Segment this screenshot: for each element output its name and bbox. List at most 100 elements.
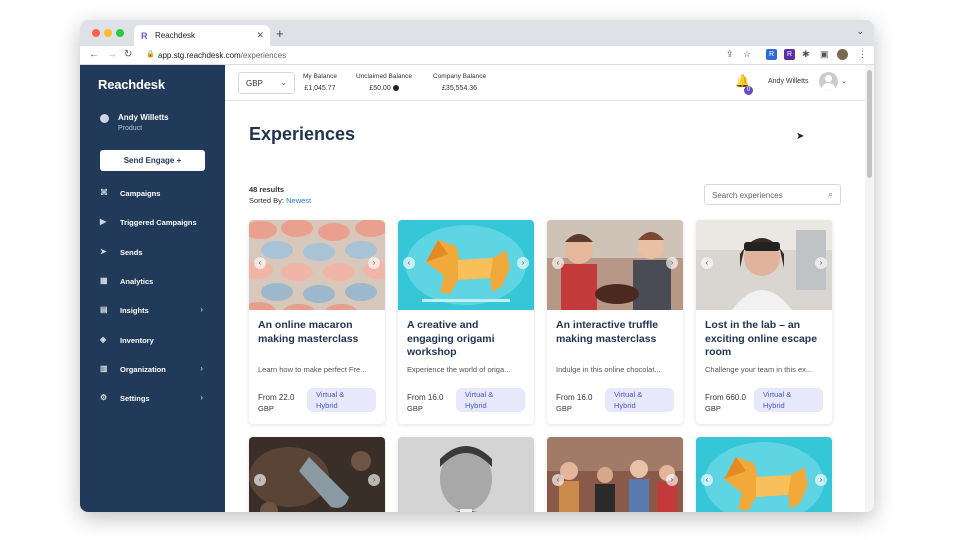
- new-tab-icon[interactable]: +: [276, 26, 284, 41]
- sidebar-item-inventory[interactable]: ◈ Inventory: [100, 333, 205, 349]
- card-price: From 660.0 GBP: [705, 393, 746, 413]
- lock-icon: 🔒: [146, 51, 155, 58]
- extension-icon-2[interactable]: R: [784, 49, 795, 60]
- maximize-window-dot[interactable]: [116, 29, 124, 37]
- profile-avatar-icon[interactable]: [837, 49, 848, 60]
- sidebar-item-triggered-campaigns[interactable]: ▶ Triggered Campaigns: [100, 215, 205, 231]
- carousel-prev-icon[interactable]: ‹: [701, 474, 713, 486]
- back-icon[interactable]: ←: [89, 49, 99, 60]
- sidebar-item-campaigns[interactable]: ⌘ Campaigns: [100, 186, 205, 202]
- mouse-cursor-icon: ➤: [796, 131, 805, 142]
- search-icon[interactable]: ⌕: [828, 189, 833, 200]
- carousel-prev-icon[interactable]: ‹: [254, 474, 266, 486]
- sidebar-item-label: Settings: [120, 394, 150, 404]
- card-title[interactable]: A creative and engaging origami workshop: [407, 319, 527, 360]
- experience-card[interactable]: [398, 437, 534, 512]
- carousel-prev-icon[interactable]: ‹: [701, 257, 713, 269]
- results-count: 48 results: [249, 185, 285, 194]
- card-price: From 16.0 GBP: [556, 393, 593, 413]
- sidebar-item-analytics[interactable]: ▦ Analytics: [100, 274, 205, 290]
- sort-select[interactable]: Newest: [286, 196, 311, 205]
- bookmark-star-icon[interactable]: ☆: [743, 49, 751, 60]
- experience-card[interactable]: ‹ › An interactive truffle making master…: [547, 220, 683, 424]
- send-engage-button[interactable]: Send Engage +: [100, 150, 205, 171]
- reload-icon[interactable]: ↻: [124, 49, 132, 60]
- carousel-next-icon[interactable]: ›: [368, 474, 380, 486]
- url-path: /experiences: [240, 51, 287, 60]
- browser-tab[interactable]: R Reachdesk ✕: [134, 25, 270, 46]
- url-host: app.stg.reachdesk.com: [158, 51, 241, 60]
- carousel-prev-icon[interactable]: ‹: [403, 257, 415, 269]
- unclaimed-balance-value: £50.00: [369, 85, 391, 92]
- topbar-user-name[interactable]: Andy Willetts: [768, 78, 808, 85]
- sidebar-item-label: Insights: [120, 306, 149, 316]
- company-balance-value: £35,554.36: [442, 85, 478, 92]
- sidebar-item-organization[interactable]: ▥ Organization ›: [100, 362, 205, 378]
- carousel-next-icon[interactable]: ›: [368, 257, 380, 269]
- user-avatar[interactable]: [819, 72, 838, 91]
- forward-icon[interactable]: →: [107, 49, 117, 60]
- carousel-prev-icon[interactable]: ‹: [254, 257, 266, 269]
- carousel-prev-icon[interactable]: ‹: [552, 474, 564, 486]
- sidebar-item-insights[interactable]: ▤ Insights ›: [100, 303, 205, 319]
- close-window-dot[interactable]: [92, 29, 100, 37]
- box-icon: ◈: [100, 334, 107, 344]
- chevron-right-icon: ›: [200, 363, 203, 373]
- currency-select[interactable]: GBP ⌄: [238, 72, 295, 94]
- reachdesk-logo[interactable]: Reachdesk: [98, 77, 165, 92]
- address-bar-row: ← → ↻ 🔒 app.stg.reachdesk.com/experience…: [80, 46, 874, 65]
- sidebar: Reachdesk Andy Willetts Product Send Eng…: [80, 65, 225, 512]
- sidebar-item-label: Inventory: [120, 335, 154, 345]
- top-bar: GBP ⌄ My Balance £1,045.77 Unclaimed Bal…: [225, 65, 865, 101]
- unclaimed-balance: Unclaimed Balance £50.00: [356, 73, 412, 92]
- card-image-origami-lion: [398, 220, 534, 310]
- experience-card[interactable]: ‹ › ●●●●●●● An online macaron making mas…: [249, 220, 385, 424]
- carousel-next-icon[interactable]: ›: [815, 257, 827, 269]
- card-title[interactable]: An interactive truffle making masterclas…: [556, 319, 676, 346]
- company-balance-label: Company Balance: [433, 73, 487, 80]
- minimize-window-dot[interactable]: [104, 29, 112, 37]
- carousel-prev-icon[interactable]: ‹: [552, 257, 564, 269]
- main-content: Experiences 48 results Sorted By: Newest…: [225, 101, 865, 512]
- currency-value: GBP: [246, 79, 263, 88]
- chevron-down-icon[interactable]: ⌄: [841, 77, 847, 85]
- experience-card[interactable]: ‹ › Lost in the lab – an exciting online…: [696, 220, 832, 424]
- experience-card[interactable]: ‹ › A creative and engaging origami work…: [398, 220, 534, 424]
- carousel-next-icon[interactable]: ›: [666, 474, 678, 486]
- share-icon[interactable]: ⇪: [726, 49, 734, 60]
- extension-icon-1[interactable]: R: [766, 49, 777, 60]
- my-balance: My Balance £1,045.77: [303, 73, 337, 92]
- experience-card[interactable]: ‹ ›: [696, 437, 832, 512]
- extensions-puzzle-icon[interactable]: ✱: [802, 49, 810, 60]
- notification-count-badge: 0: [744, 86, 753, 95]
- close-tab-icon[interactable]: ✕: [256, 30, 264, 41]
- sidebar-user-name: Andy Willetts: [118, 113, 169, 122]
- sidebar-item-label: Analytics: [120, 276, 154, 286]
- search-input[interactable]: Search experiences ⌕: [704, 184, 841, 205]
- tab-bar: R Reachdesk ✕ + ⌄: [80, 20, 874, 46]
- carousel-next-icon[interactable]: ›: [815, 474, 827, 486]
- side-panel-icon[interactable]: ▣: [820, 49, 829, 60]
- url-field[interactable]: 🔒 app.stg.reachdesk.com/experiences: [142, 49, 712, 62]
- page-scrollbar[interactable]: [865, 65, 874, 512]
- sidebar-item-settings[interactable]: ⚙ Settings ›: [100, 391, 205, 407]
- carousel-next-icon[interactable]: ›: [666, 257, 678, 269]
- info-icon[interactable]: [392, 85, 399, 92]
- card-title[interactable]: An online macaron making masterclass: [258, 319, 378, 346]
- card-price: From 16.0 GBP: [407, 393, 444, 413]
- browser-menu-icon[interactable]: ⋮: [858, 49, 867, 60]
- card-image-truffle-people: [547, 220, 683, 310]
- carousel-next-icon[interactable]: ›: [517, 257, 529, 269]
- experience-card[interactable]: ‹ › ●●●●●●●: [249, 437, 385, 512]
- user-circle-icon: [100, 114, 109, 123]
- card-title[interactable]: Lost in the lab – an exciting online esc…: [705, 319, 825, 360]
- reachdesk-favicon-icon: R: [141, 31, 148, 41]
- scrollbar-thumb[interactable]: [867, 70, 872, 178]
- page-title: Experiences: [249, 124, 356, 144]
- card-price: From 22.0 GBP: [258, 393, 295, 413]
- card-image-origami-lion: [696, 437, 832, 512]
- tab-list-chevron-icon[interactable]: ⌄: [856, 26, 864, 37]
- sidebar-item-sends[interactable]: ➤ Sends: [100, 245, 205, 261]
- experience-card[interactable]: ‹ ›: [547, 437, 683, 512]
- sidebar-item-label: Triggered Campaigns: [120, 218, 197, 228]
